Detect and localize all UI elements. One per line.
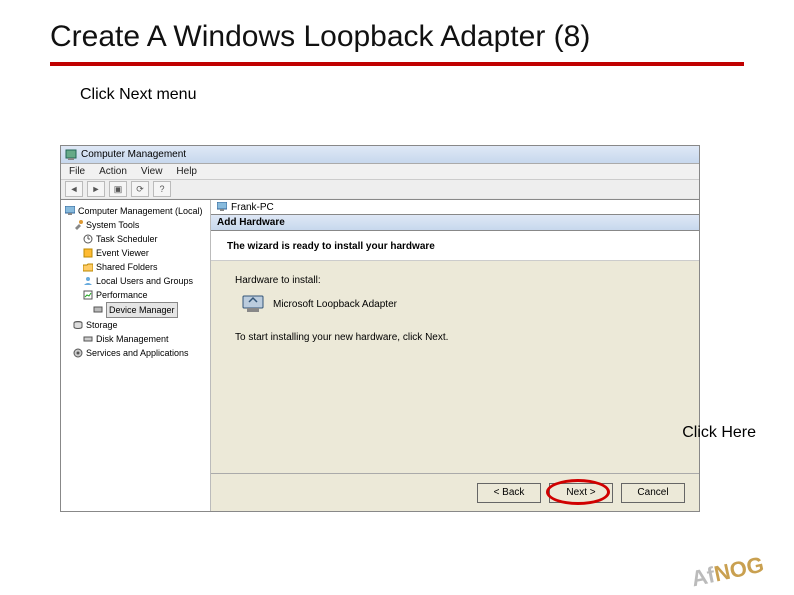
tree-performance[interactable]: Performance [63, 288, 208, 302]
hardware-to-install-label: Hardware to install: [235, 275, 675, 286]
toolbar-up-button[interactable]: ▣ [109, 181, 127, 197]
nav-tree: Computer Management (Local) System Tools… [61, 200, 211, 511]
menubar: File Action View Help [61, 164, 699, 180]
menu-view[interactable]: View [141, 166, 163, 177]
app-icon [65, 149, 77, 161]
storage-icon [73, 320, 83, 330]
logo-nog: NOG [711, 552, 765, 587]
menu-help[interactable]: Help [176, 166, 197, 177]
wizard-header: The wizard is ready to install your hard… [211, 231, 699, 261]
tree-services-apps[interactable]: Services and Applications [63, 346, 208, 360]
tree-label: Services and Applications [86, 346, 189, 360]
right-panel: Frank-PC Add Hardware The wizard is read… [211, 200, 699, 511]
computer-icon [217, 202, 227, 212]
next-button[interactable]: Next > [549, 483, 613, 503]
tree-device-manager[interactable]: Device Manager [63, 302, 208, 318]
hardware-name: Microsoft Loopback Adapter [273, 299, 397, 310]
tree-label: Event Viewer [96, 246, 149, 260]
wizard-titlebar: Add Hardware [211, 215, 699, 231]
folder-icon [83, 262, 93, 272]
cancel-button[interactable]: Cancel [621, 483, 685, 503]
tree-label: Disk Management [96, 332, 169, 346]
tree-system-tools[interactable]: System Tools [63, 218, 208, 232]
toolbar-help-button[interactable]: ? [153, 181, 171, 197]
back-button[interactable]: < Back [477, 483, 541, 503]
tree-event-viewer[interactable]: Event Viewer [63, 246, 208, 260]
tree-label: Storage [86, 318, 118, 332]
window-title: Computer Management [81, 149, 186, 160]
toolbar: ◄ ► ▣ ⟳ ? [61, 180, 699, 198]
tree-label: System Tools [86, 218, 139, 232]
wrench-icon [73, 220, 83, 230]
tree-storage[interactable]: Storage [63, 318, 208, 332]
computer-icon [65, 206, 75, 216]
content-area: Computer Management (Local) System Tools… [60, 200, 700, 512]
hardware-item: Microsoft Loopback Adapter [235, 292, 675, 316]
toolbar-forward-button[interactable]: ► [87, 181, 105, 197]
menu-action[interactable]: Action [99, 166, 127, 177]
event-icon [83, 248, 93, 258]
tree-root[interactable]: Computer Management (Local) [63, 204, 208, 218]
tree-root-label: Computer Management (Local) [78, 204, 203, 218]
wizard-footer: < Back Next > Cancel [211, 473, 699, 511]
tree-label-selected: Device Manager [106, 302, 178, 318]
click-here-annotation: Click Here [682, 424, 756, 442]
tree-disk-management[interactable]: Disk Management [63, 332, 208, 346]
users-icon [83, 276, 93, 286]
services-icon [73, 348, 83, 358]
tree-label: Shared Folders [96, 260, 158, 274]
disk-icon [83, 334, 93, 344]
tree-label: Performance [96, 288, 148, 302]
menu-file[interactable]: File [69, 166, 85, 177]
instruction-text: Click Next menu [80, 86, 744, 104]
tree-task-scheduler[interactable]: Task Scheduler [63, 232, 208, 246]
clock-icon [83, 234, 93, 244]
toolbar-back-button[interactable]: ◄ [65, 181, 83, 197]
device-icon [93, 305, 103, 315]
wizard-start-text: To start installing your new hardware, c… [235, 332, 675, 343]
afnog-logo: AfNOG [689, 552, 766, 593]
performance-icon [83, 290, 93, 300]
toolbar-refresh-button[interactable]: ⟳ [131, 181, 149, 197]
wizard-body: Hardware to install: Microsoft Loopback … [211, 261, 699, 473]
tree-shared-folders[interactable]: Shared Folders [63, 260, 208, 274]
tree-label: Task Scheduler [96, 232, 158, 246]
pc-name-label: Frank-PC [231, 202, 274, 213]
add-hardware-wizard: Add Hardware The wizard is ready to inst… [211, 214, 699, 511]
device-root[interactable]: Frank-PC [211, 200, 699, 214]
computer-management-window: Computer Management File Action View Hel… [60, 145, 700, 200]
tree-label: Local Users and Groups [96, 274, 193, 288]
window-titlebar: Computer Management [61, 146, 699, 164]
slide-title: Create A Windows Loopback Adapter (8) [50, 20, 744, 62]
network-adapter-icon [241, 292, 265, 316]
title-underline [50, 62, 744, 66]
tree-local-users[interactable]: Local Users and Groups [63, 274, 208, 288]
